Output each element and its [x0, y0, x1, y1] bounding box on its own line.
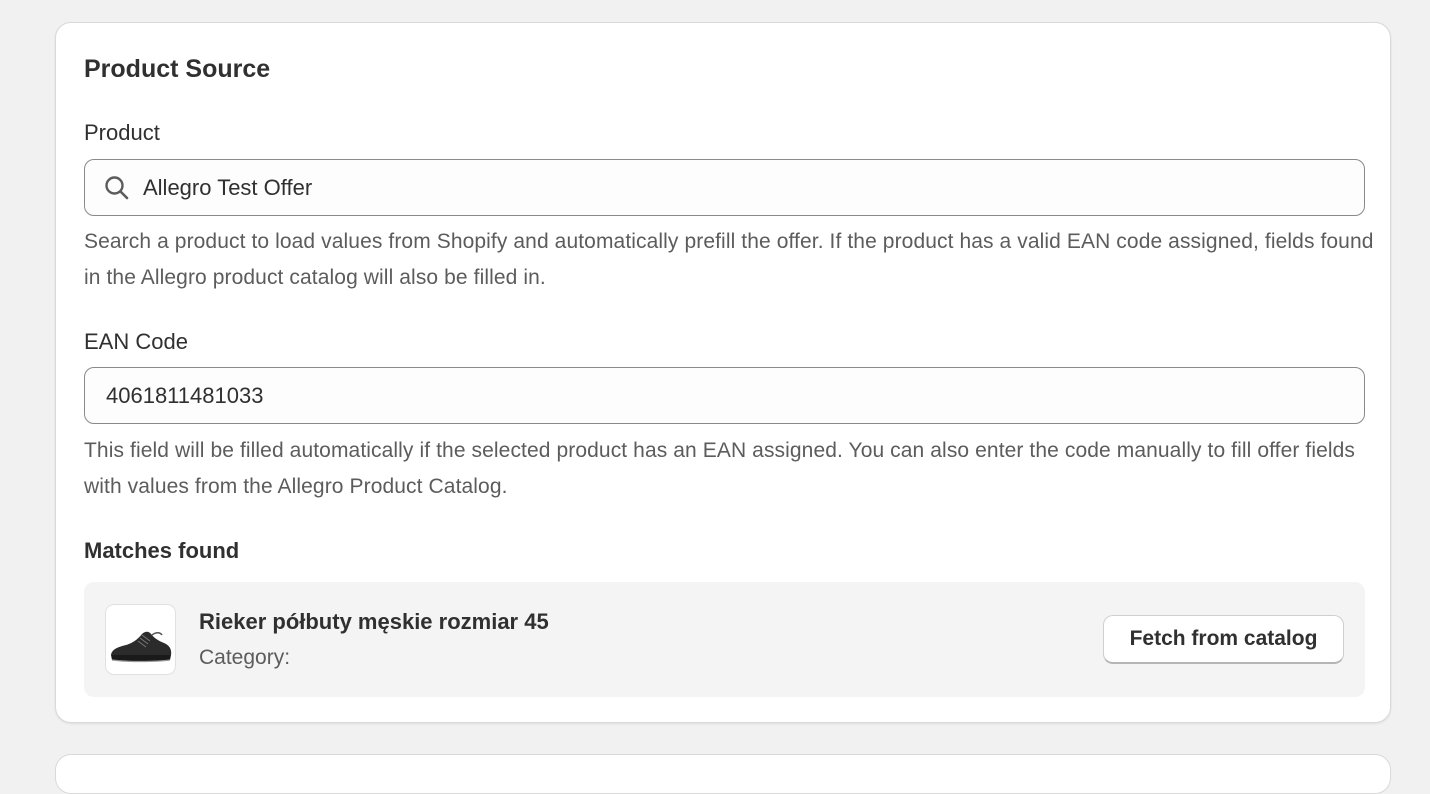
product-source-card: Product Source Product Allegro Test Offe…	[55, 22, 1391, 723]
ean-code-value: 4061811481033	[106, 382, 264, 408]
match-category: Category:	[199, 646, 291, 669]
match-item: Rieker półbuty męskie rozmiar 45 Categor…	[84, 582, 1365, 697]
shoe-image	[111, 631, 172, 663]
product-field-label: Product	[84, 120, 160, 145]
product-search-value: Allegro Test Offer	[143, 174, 313, 200]
ean-code-input[interactable]: 4061811481033	[84, 367, 1365, 424]
ean-field-label: EAN Code	[84, 329, 188, 354]
ean-help-text: This field will be filled automatically …	[84, 439, 1356, 498]
product-search-input[interactable]: Allegro Test Offer	[84, 159, 1365, 216]
match-product-name: Rieker półbuty męskie rozmiar 45	[199, 609, 549, 634]
next-card	[55, 754, 1391, 794]
search-icon	[103, 174, 131, 202]
fetch-from-catalog-button[interactable]: Fetch from catalog	[1103, 615, 1344, 664]
product-help-text: Search a product to load values from Sho…	[84, 230, 1374, 289]
card-title: Product Source	[84, 55, 271, 83]
matches-heading: Matches found	[84, 538, 240, 563]
product-thumbnail	[105, 604, 176, 675]
